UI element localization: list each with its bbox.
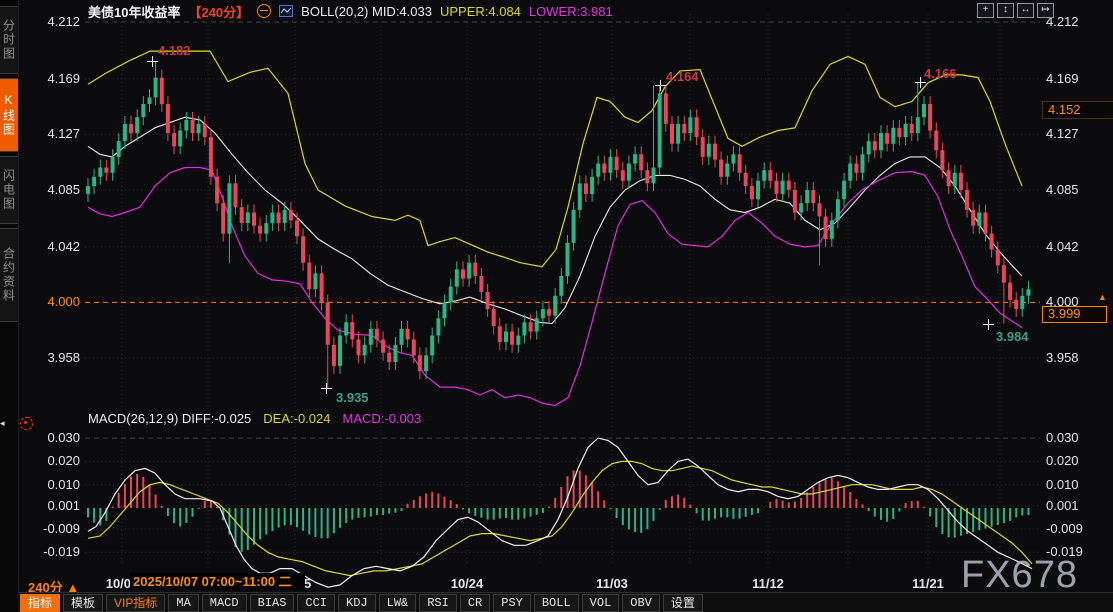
macd-header: MACD(26,12,9) DIFF:-0.025 DEA:-0.024 MAC… xyxy=(88,411,421,426)
crosshair-marker-icon xyxy=(983,319,994,330)
price-line-anchor-icon[interactable]: ▲ xyxy=(1098,292,1107,302)
collapse-arrow-icon[interactable]: ◂ xyxy=(0,418,5,428)
instrument-title: 美债10年收益率 xyxy=(88,2,180,21)
macd-label-right: -0.009 xyxy=(1046,521,1083,536)
sidebar-item-0[interactable]: 分时图 xyxy=(0,6,18,74)
collapse-indicator-icon[interactable] xyxy=(257,4,271,18)
indicator-toolbar: 指标模板VIP指标MAMACDBIASCCIKDJLW&RSICRPSYBOLL… xyxy=(18,592,1113,612)
price-label-right: 4.042 xyxy=(1046,239,1079,254)
watermark-logo: FX678 xyxy=(961,554,1078,597)
crosshair-marker-icon xyxy=(147,56,158,67)
tab-lw[interactable]: LW& xyxy=(379,594,417,612)
period-tag[interactable]: 【240分】 xyxy=(188,2,249,21)
macd-label-right: 0.010 xyxy=(1046,477,1079,492)
boll-upper-readout: UPPER:4.084 xyxy=(440,4,521,19)
price-label-right: 4.169 xyxy=(1046,71,1079,86)
price-label-right: 4.127 xyxy=(1046,126,1079,141)
tab-psy[interactable]: PSY xyxy=(493,594,531,612)
crosshair-marker-icon xyxy=(915,77,926,88)
boll-lower-readout: LOWER:3.981 xyxy=(529,4,613,19)
scale-y-icon[interactable]: ↕ xyxy=(997,3,1014,18)
sidebar-item-1[interactable]: K线图 xyxy=(0,78,18,152)
chart-header: 美债10年收益率 【240分】 BOLL(20,2) MID:4.033 UPP… xyxy=(88,2,613,20)
tab-vip[interactable]: VIP指标 xyxy=(106,594,165,612)
macd-dea-readout: DEA:-0.024 xyxy=(263,411,330,426)
bar-datetime-tooltip: 2025/10/07 07:00~11:00 二 xyxy=(130,573,305,590)
boll-mid-readout: BOLL(20,2) MID:4.033 xyxy=(301,4,432,19)
tab-macd[interactable]: MACD xyxy=(202,594,247,612)
tab-[interactable]: 模板 xyxy=(63,594,103,612)
macd-diff-readout: MACD(26,12,9) DIFF:-0.025 xyxy=(88,411,251,426)
crosshair-marker-icon xyxy=(655,80,666,91)
tab-boll[interactable]: BOLL xyxy=(534,594,579,612)
tab-[interactable]: 指标 xyxy=(20,594,60,612)
tab-vol[interactable]: VOL xyxy=(582,594,620,612)
tab-cci[interactable]: CCI xyxy=(297,594,335,612)
macd-label-right: 0.001 xyxy=(1046,498,1079,513)
price-annotation: 3.984 xyxy=(996,329,1029,344)
live-indicator-icon xyxy=(20,417,33,430)
scale-x-icon[interactable]: ↔ xyxy=(1017,3,1034,18)
tab-[interactable]: 设置 xyxy=(663,594,703,612)
chart-type-icon[interactable] xyxy=(279,5,293,17)
macd-value-readout: MACD:-0.003 xyxy=(342,411,421,426)
price-label-right: 3.958 xyxy=(1046,350,1079,365)
price-annotation: 4.182 xyxy=(158,43,191,58)
tab-cr[interactable]: CR xyxy=(460,594,490,612)
price-annotation: 4.166 xyxy=(924,66,957,81)
price-annotation: 4.164 xyxy=(666,69,699,84)
last-price-marker: 3.999 xyxy=(1042,306,1107,323)
sidebar-item-2[interactable]: 闪电图 xyxy=(0,156,18,224)
tab-obv[interactable]: OBV xyxy=(622,594,660,612)
jump-latest-icon[interactable]: ↦ xyxy=(1037,3,1054,18)
price-chart-canvas[interactable] xyxy=(0,0,1113,612)
settlement-price-marker: 4.152 xyxy=(1042,101,1113,119)
tab-kdj[interactable]: KDJ xyxy=(338,594,376,612)
date-label: 10/24 xyxy=(451,576,484,591)
date-label: 11/21 xyxy=(912,576,944,591)
chart-app: 美债10年收益率 【240分】 BOLL(20,2) MID:4.033 UPP… xyxy=(0,0,1113,612)
tab-bias[interactable]: BIAS xyxy=(250,594,295,612)
macd-label-right: 0.020 xyxy=(1046,453,1079,468)
chart-tool-icons: +↕↔↦ xyxy=(977,3,1054,18)
crosshair-marker-icon xyxy=(321,383,332,394)
macd-label-right: 0.030 xyxy=(1046,430,1079,445)
price-annotation: 3.935 xyxy=(336,390,369,405)
pan-icon[interactable]: + xyxy=(977,3,994,18)
price-label-right: 4.085 xyxy=(1046,182,1079,197)
sidebar: 分时图 K线图闪电图合约资料 xyxy=(0,0,19,612)
date-label: 11/12 xyxy=(752,576,784,591)
tab-rsi[interactable]: RSI xyxy=(419,594,457,612)
sidebar-item-3[interactable]: 合约资料 xyxy=(0,228,18,322)
tab-ma[interactable]: MA xyxy=(168,594,198,612)
date-label: 11/03 xyxy=(596,576,628,591)
